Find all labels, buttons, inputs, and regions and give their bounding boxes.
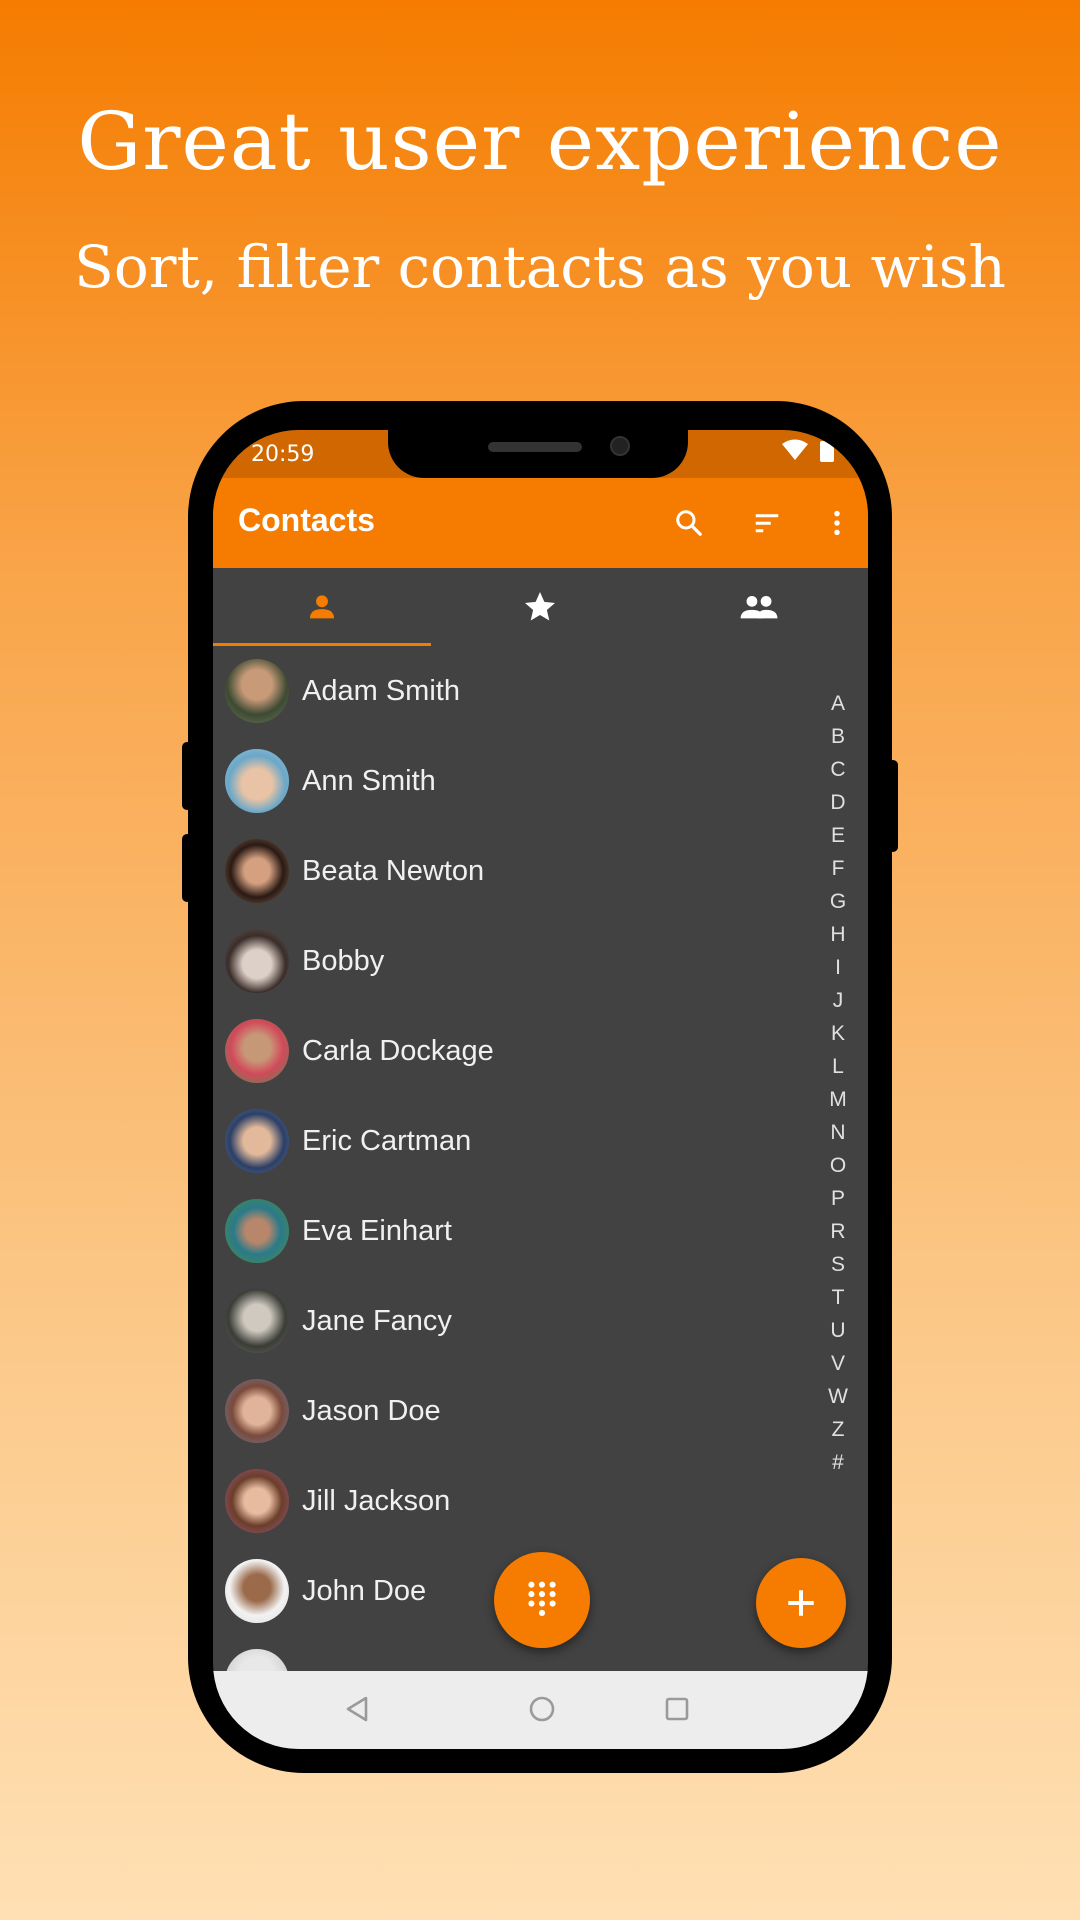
contact-row[interactable]: Jane Fancy [213, 1276, 813, 1366]
scroller-letter[interactable]: U [818, 1319, 858, 1343]
contact-avatar [225, 1199, 289, 1263]
contact-avatar [225, 659, 289, 723]
phone-screen: 20:59 Contacts Adam Smith Ann Smith Beat… [213, 430, 868, 1749]
scroller-letter[interactable]: C [818, 758, 858, 782]
sort-button[interactable] [744, 500, 790, 546]
add-icon [788, 1590, 814, 1616]
more-options-button[interactable] [814, 500, 860, 546]
contact-row[interactable]: Eric Cartman [213, 1096, 813, 1186]
contact-row[interactable]: Jason Doe [213, 1366, 813, 1456]
contact-row[interactable]: Ann Smith [213, 736, 813, 826]
system-nav-bar [213, 1671, 868, 1749]
contact-name: Bobby [302, 944, 385, 977]
contact-name: Ann Smith [302, 764, 436, 797]
earpiece [488, 442, 582, 452]
power-button [888, 760, 898, 852]
nav-back-button[interactable] [337, 1689, 377, 1729]
contact-avatar [225, 1019, 289, 1083]
battery-icon [820, 438, 834, 468]
contact-name: Eric Cartman [302, 1124, 472, 1157]
sort-icon [755, 514, 779, 533]
star-icon [525, 592, 555, 621]
scroller-letter[interactable]: G [818, 890, 858, 914]
contact-avatar [225, 929, 289, 993]
contact-row[interactable]: Carla Dockage [213, 1006, 813, 1096]
search-button[interactable] [666, 500, 712, 546]
home-icon [529, 1696, 555, 1722]
contact-avatar [225, 1379, 289, 1443]
scroller-letter[interactable]: W [818, 1385, 858, 1409]
nav-recents-button[interactable] [657, 1689, 697, 1729]
contact-row[interactable]: Adam Smith [213, 646, 813, 736]
scroller-letter[interactable]: H [818, 923, 858, 947]
status-time: 20:59 [251, 442, 315, 467]
dialpad-button[interactable] [494, 1552, 590, 1648]
contact-name: Jane Fancy [302, 1304, 452, 1337]
wifi-icon [782, 439, 808, 467]
scroller-letter[interactable]: E [818, 824, 858, 848]
tab-favorites[interactable] [431, 568, 649, 646]
scroller-letter[interactable]: S [818, 1253, 858, 1277]
contact-name: Adam Smith [302, 674, 460, 707]
contact-avatar [225, 1469, 289, 1533]
front-camera [610, 436, 630, 456]
promo-subheadline: Sort, filter contacts as you wish [74, 233, 1006, 301]
more-vert-icon [834, 510, 840, 536]
contact-name: Jason Doe [302, 1394, 441, 1427]
contact-row[interactable]: Bobby [213, 916, 813, 1006]
scroller-letter[interactable]: B [818, 725, 858, 749]
contact-avatar [225, 1559, 289, 1623]
app-title: Contacts [238, 502, 375, 538]
contact-avatar [225, 1109, 289, 1173]
scroller-letter[interactable]: L [818, 1055, 858, 1079]
camera-notch [388, 430, 688, 478]
contact-avatar [225, 749, 289, 813]
scroller-letter[interactable]: P [818, 1187, 858, 1211]
search-icon [676, 510, 702, 536]
contact-avatar [225, 1289, 289, 1353]
scroller-letter[interactable]: F [818, 857, 858, 881]
contact-name: Eva Einhart [302, 1214, 452, 1247]
app-bar: Contacts [213, 478, 868, 568]
contact-name: John Doe [302, 1574, 427, 1607]
scroller-letter[interactable]: T [818, 1286, 858, 1310]
scroller-letter[interactable]: J [818, 989, 858, 1013]
group-icon [740, 595, 778, 619]
contact-name: Beata Newton [302, 854, 485, 887]
scroller-letter[interactable]: D [818, 791, 858, 815]
scroller-letter[interactable]: R [818, 1220, 858, 1244]
scroller-letter[interactable]: V [818, 1352, 858, 1376]
volume-up-button [182, 742, 192, 810]
scroller-letter[interactable]: A [818, 692, 858, 716]
nav-home-button[interactable] [522, 1689, 562, 1729]
tab-contacts[interactable] [213, 568, 431, 646]
volume-down-button [182, 834, 192, 902]
contact-name: Carla Dockage [302, 1034, 494, 1067]
tab-bar [213, 568, 868, 646]
contact-row[interactable]: Jill Jackson [213, 1456, 813, 1546]
scroller-letter[interactable]: O [818, 1154, 858, 1178]
tab-groups[interactable] [650, 568, 868, 646]
scroller-letter[interactable]: Z [818, 1418, 858, 1442]
contact-avatar [225, 839, 289, 903]
scroller-letter[interactable]: N [818, 1121, 858, 1145]
person-icon [309, 595, 335, 619]
contact-list[interactable]: Adam Smith Ann Smith Beata Newton Bobby … [213, 646, 868, 1701]
add-contact-button[interactable] [756, 1558, 846, 1648]
scroller-letter[interactable]: I [818, 956, 858, 980]
contact-name: Jill Jackson [302, 1484, 451, 1517]
back-icon [346, 1696, 368, 1722]
recents-icon [665, 1697, 689, 1721]
scroller-letter[interactable]: K [818, 1022, 858, 1046]
scroller-letter[interactable]: # [818, 1451, 858, 1475]
contact-row[interactable]: Eva Einhart [213, 1186, 813, 1276]
dialpad-icon [528, 1581, 556, 1616]
promo-headline: Great user experience [77, 95, 1003, 188]
scroller-letter[interactable]: M [818, 1088, 858, 1112]
contact-row[interactable]: Beata Newton [213, 826, 813, 916]
